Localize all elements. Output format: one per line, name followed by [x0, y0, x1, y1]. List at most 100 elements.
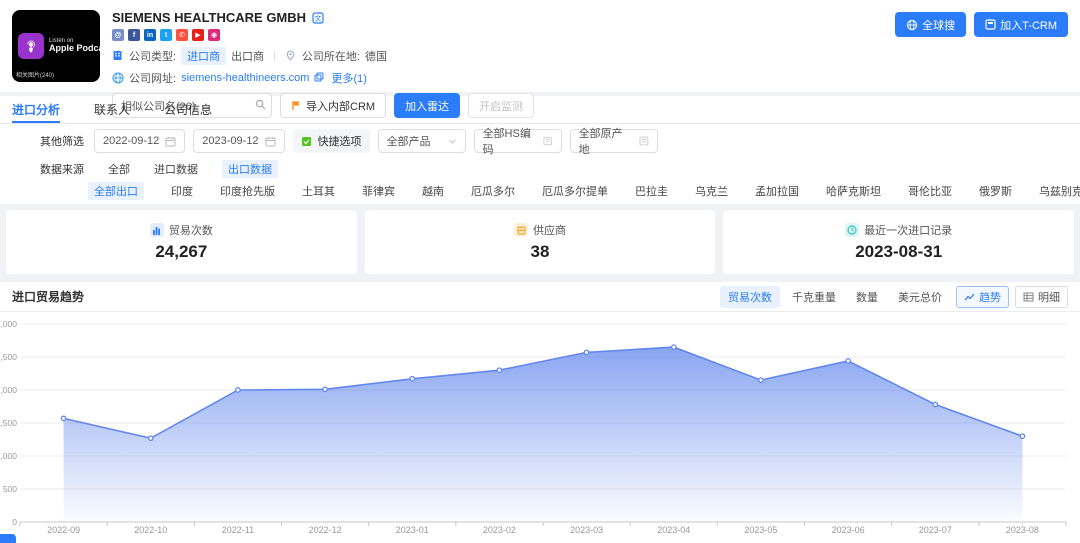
svg-text:0: 0	[12, 517, 17, 527]
svg-text:2023-05: 2023-05	[744, 525, 777, 535]
supplier-label: 供应商	[533, 222, 566, 238]
list-icon	[543, 136, 552, 146]
data-source-option[interactable]: 进口数据	[154, 161, 198, 177]
svg-text:1,000: 1,000	[0, 451, 17, 461]
country-tab[interactable]: 菲律宾	[362, 183, 395, 199]
last-import-label: 最近一次进口记录	[864, 222, 952, 238]
svg-text:2,500: 2,500	[0, 352, 17, 362]
svg-text:2023-03: 2023-03	[570, 525, 603, 535]
data-source-option[interactable]: 出口数据	[222, 160, 278, 178]
svg-text:2023-04: 2023-04	[657, 525, 690, 535]
stat-cards: 贸易次数 24,267 供应商 38 最近一次进口记录 2023-08-31	[0, 204, 1080, 280]
svg-text:1,500: 1,500	[0, 418, 17, 428]
country-tab[interactable]: 哥伦比亚	[908, 183, 952, 199]
filter-bar: 其他筛选 2022-09-12 2023-09-12 快捷选项 全部产品 全部H…	[0, 124, 1080, 158]
location-icon	[285, 50, 297, 62]
chevron-down-icon	[448, 137, 457, 146]
location-label: 公司所在地:	[302, 48, 360, 64]
translate-icon[interactable]: 文	[312, 12, 324, 24]
trade-count-value: 24,267	[155, 242, 207, 262]
flag-icon	[291, 100, 302, 111]
metric-button[interactable]: 千克重量	[784, 286, 844, 308]
date-from-input[interactable]: 2022-09-12	[94, 129, 185, 153]
start-monitor-button[interactable]: 开启监测	[468, 93, 534, 118]
tab-import-analysis[interactable]: 进口分析	[12, 96, 60, 123]
date-to-input[interactable]: 2023-09-12	[193, 129, 284, 153]
country-tab[interactable]: 俄罗斯	[979, 183, 1012, 199]
trade-count-label: 贸易次数	[169, 222, 213, 238]
country-tab[interactable]: 厄瓜多尔	[471, 183, 515, 199]
country-tab[interactable]: 乌兹别克斯坦	[1039, 183, 1080, 199]
building-icon	[112, 50, 124, 62]
svg-text:2022-11: 2022-11	[222, 525, 254, 535]
add-radar-button[interactable]: 加入雷达	[394, 93, 460, 118]
global-search-button[interactable]: 全球搜	[895, 12, 966, 37]
search-icon	[255, 99, 266, 110]
metric-button[interactable]: 数量	[848, 286, 886, 308]
supplier-value: 38	[531, 242, 550, 262]
other-filter-label: 其他筛选	[40, 133, 84, 149]
country-tab[interactable]: 巴拉圭	[635, 183, 668, 199]
linkedin-icon[interactable]: in	[144, 29, 156, 41]
svg-text:文: 文	[315, 13, 322, 22]
line-chart-icon	[964, 292, 975, 302]
country-tab[interactable]: 土耳其	[302, 183, 335, 199]
import-crm-button[interactable]: 导入内部CRM	[280, 93, 386, 118]
tab-company-info[interactable]: 公司信息	[164, 96, 212, 123]
svg-text:2,000: 2,000	[0, 385, 17, 395]
globe-icon	[112, 72, 124, 84]
country-tabs: 全部出口 印度 印度抢先版 土耳其 菲律宾 越南 厄瓜多尔 厄瓜多尔提单 巴拉圭 乌克兰 孟加拉国 哈…	[0, 180, 1080, 204]
country-tab[interactable]: 厄瓜多尔提单	[542, 183, 608, 199]
phone-icon[interactable]: ✆	[176, 29, 188, 41]
trend-view-button[interactable]: 趋势	[956, 286, 1009, 308]
svg-text:2023-02: 2023-02	[483, 525, 516, 535]
country-tab[interactable]: 孟加拉国	[755, 183, 799, 199]
chart-toolbar: 贸易次数千克重量数量美元总价 趋势 明细	[720, 286, 1068, 308]
svg-text:2022-12: 2022-12	[309, 525, 342, 535]
last-import-value: 2023-08-31	[855, 242, 942, 262]
company-name: SIEMENS HEALTHCARE GMBH	[112, 10, 306, 25]
twitter-icon[interactable]: t	[160, 29, 172, 41]
website-more-link[interactable]: 更多(1)	[331, 70, 366, 86]
facebook-icon[interactable]: f	[128, 29, 140, 41]
calendar-icon	[265, 136, 276, 147]
company-header: Listen on Apple Podcasts 相关图片(240) SIEME…	[0, 0, 1080, 92]
origin-select[interactable]: 全部原产地	[570, 129, 658, 153]
globe-icon	[906, 19, 918, 31]
quick-options-button[interactable]: 快捷选项	[293, 129, 370, 153]
bar-chart-icon	[150, 223, 164, 237]
country-tab[interactable]: 越南	[422, 183, 444, 199]
add-tcrm-button[interactable]: 加入T-CRM	[974, 12, 1068, 37]
import-trend-chart: 05001,0001,5002,0002,5003,0002022-092022…	[0, 312, 1080, 540]
website-label: 公司网址:	[129, 70, 176, 86]
country-tab[interactable]: 哈萨克斯坦	[826, 183, 881, 199]
supplier-icon	[514, 223, 528, 237]
chat-widget-corner[interactable]	[0, 534, 16, 543]
data-source-option[interactable]: 全部	[108, 161, 130, 177]
company-type-importer[interactable]: 进口商	[181, 47, 226, 65]
tab-contacts[interactable]: 联系人	[94, 96, 130, 123]
instagram-icon[interactable]: ◉	[208, 29, 220, 41]
country-tab[interactable]: 印度	[171, 183, 193, 199]
country-tab[interactable]: 印度抢先版	[220, 183, 275, 199]
detail-view-button[interactable]: 明细	[1015, 286, 1068, 308]
product-select[interactable]: 全部产品	[378, 129, 466, 153]
svg-text:2023-06: 2023-06	[832, 525, 865, 535]
apple-podcasts-icon	[18, 33, 44, 59]
copy-icon[interactable]	[314, 72, 326, 84]
website-link[interactable]: siemens-healthineers.com	[181, 72, 309, 84]
trade-count-card: 贸易次数 24,267	[6, 210, 357, 274]
supplier-card: 供应商 38	[365, 210, 716, 274]
country-tab[interactable]: 乌克兰	[695, 183, 728, 199]
svg-text:2023-07: 2023-07	[919, 525, 952, 535]
youtube-icon[interactable]: ▶	[192, 29, 204, 41]
calendar-icon	[165, 136, 176, 147]
metric-button[interactable]: 美元总价	[890, 286, 950, 308]
hs-code-select[interactable]: 全部HS编码	[474, 129, 562, 153]
metric-button[interactable]: 贸易次数	[720, 286, 780, 308]
web-icon[interactable]: @	[112, 29, 124, 41]
logo-text: Listen on Apple Podcasts	[49, 38, 100, 54]
data-source-label: 数据来源	[40, 161, 84, 177]
company-type-exporter[interactable]: 出口商	[231, 48, 264, 64]
country-tab[interactable]: 全部出口	[88, 182, 144, 200]
